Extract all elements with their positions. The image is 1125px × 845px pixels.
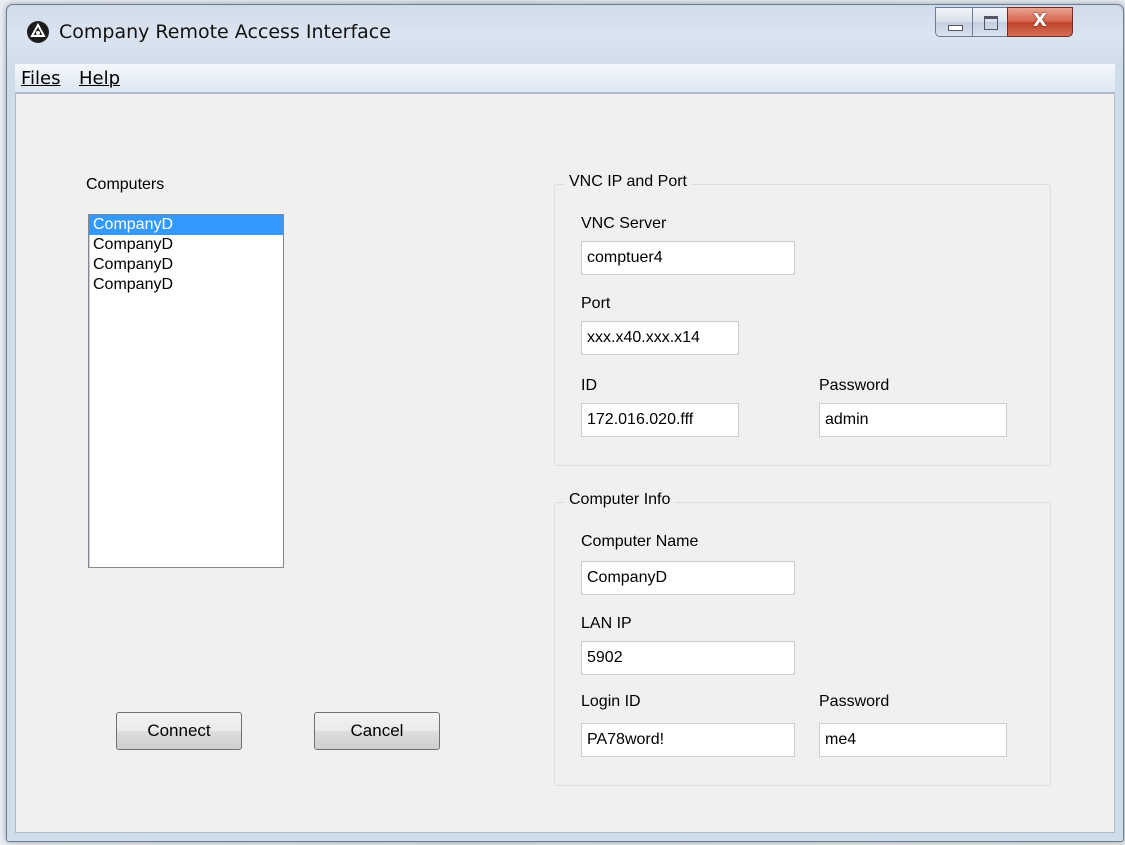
menu-files[interactable]: Files bbox=[21, 68, 61, 89]
computer-info-group-title: Computer Info bbox=[565, 491, 675, 509]
vnc-groupbox: VNC IP and Port VNC Server comptuer4 Por… bbox=[554, 173, 1051, 466]
info-password-label: Password bbox=[819, 693, 890, 710]
vnc-server-label: VNC Server bbox=[581, 215, 667, 232]
vnc-password-field[interactable]: admin bbox=[819, 403, 1007, 437]
maximize-button[interactable] bbox=[972, 7, 1008, 37]
connect-button[interactable]: Connect bbox=[116, 712, 242, 750]
cancel-button[interactable]: Cancel bbox=[314, 712, 440, 750]
info-password-field[interactable]: me4 bbox=[819, 723, 1007, 757]
lan-ip-label: LAN IP bbox=[581, 615, 632, 632]
computers-label: Computers bbox=[86, 176, 165, 193]
lan-ip-field[interactable]: 5902 bbox=[581, 641, 795, 675]
menu-help[interactable]: Help bbox=[79, 68, 120, 89]
port-field[interactable]: xxx.x40.xxx.x14 bbox=[581, 321, 739, 355]
list-item[interactable]: CompanyD bbox=[89, 275, 283, 295]
app-window: Company Remote Access Interface X Files … bbox=[6, 4, 1124, 842]
window-title: Company Remote Access Interface bbox=[59, 21, 391, 43]
computer-name-field[interactable]: CompanyD bbox=[581, 561, 795, 595]
port-label: Port bbox=[581, 295, 611, 312]
list-item[interactable]: CompanyD bbox=[89, 255, 283, 275]
vnc-server-field[interactable]: comptuer4 bbox=[581, 241, 795, 275]
menu-bar: Files Help bbox=[15, 64, 1115, 93]
title-bar[interactable]: Company Remote Access Interface X bbox=[7, 5, 1123, 61]
login-id-label: Login ID bbox=[581, 693, 641, 710]
list-item[interactable]: CompanyD bbox=[89, 215, 283, 235]
computer-name-label: Computer Name bbox=[581, 533, 699, 550]
client-area: Computers CompanyD CompanyD CompanyD Com… bbox=[15, 93, 1115, 833]
minimize-icon bbox=[948, 25, 963, 31]
id-label: ID bbox=[581, 377, 597, 394]
computer-info-groupbox: Computer Info Computer Name CompanyD LAN… bbox=[554, 491, 1051, 786]
vnc-group-title: VNC IP and Port bbox=[565, 173, 691, 191]
maximize-icon bbox=[984, 16, 998, 30]
close-button[interactable]: X bbox=[1007, 7, 1073, 37]
minimize-button[interactable] bbox=[935, 7, 973, 37]
app-icon bbox=[27, 21, 49, 43]
close-icon: X bbox=[1033, 10, 1047, 31]
computers-listbox[interactable]: CompanyD CompanyD CompanyD CompanyD bbox=[88, 214, 284, 568]
id-field[interactable]: 172.016.020.fff bbox=[581, 403, 739, 437]
vnc-password-label: Password bbox=[819, 377, 890, 394]
list-item[interactable]: CompanyD bbox=[89, 235, 283, 255]
login-id-field[interactable]: PA78word! bbox=[581, 723, 795, 757]
